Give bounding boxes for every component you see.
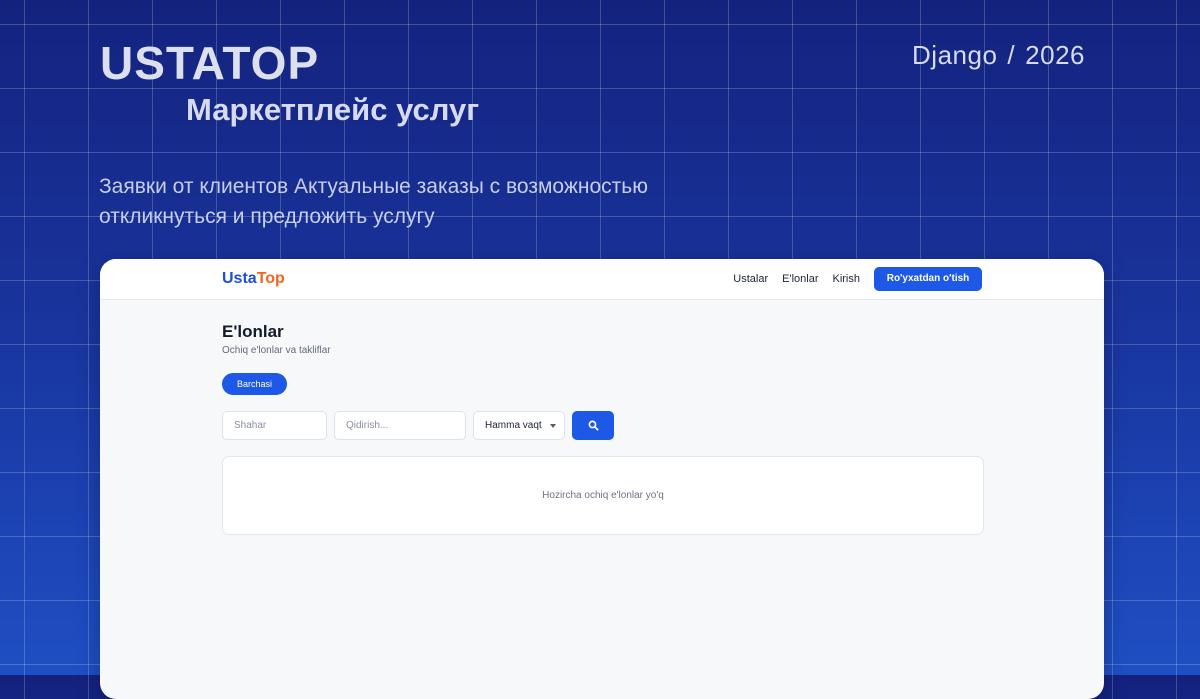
chevron-down-icon	[550, 424, 556, 428]
tech-year-tag: Django / 2026	[912, 40, 1085, 71]
navbar: UstaTop Ustalar E'lonlar Kirish Ro'yxatd…	[100, 259, 1104, 300]
register-button[interactable]: Ro'yxatdan o'tish	[874, 266, 982, 291]
page-title: E'lonlar	[222, 322, 284, 341]
page-subtitle: Ochiq e'lonlar va takliflar	[222, 345, 331, 356]
empty-state-card: Hozircha ochiq e'lonlar yo'q	[222, 456, 984, 535]
empty-state-message: Hozircha ochiq e'lonlar yo'q	[542, 490, 664, 501]
separator: /	[1007, 40, 1016, 70]
search-button[interactable]	[572, 411, 614, 440]
nav-link-elonlar[interactable]: E'lonlar	[782, 273, 818, 285]
time-filter-select[interactable]: Hamma vaqt	[473, 411, 565, 440]
slide-description: Заявки от клиентов Актуальные заказы с в…	[99, 175, 648, 228]
city-input[interactable]: Shahar	[222, 411, 327, 440]
nav-links: Ustalar E'lonlar Kirish Ro'yxatdan o'tis…	[719, 266, 982, 291]
app-screenshot-frame: UstaTop Ustalar E'lonlar Kirish Ro'yxatd…	[100, 259, 1104, 699]
nav-link-ustalar[interactable]: Ustalar	[733, 273, 768, 285]
logo[interactable]: UstaTop	[222, 270, 285, 288]
search-input[interactable]: Qidirish...	[334, 411, 466, 440]
time-filter-value: Hamma vaqt	[485, 420, 542, 431]
nav-link-kirish[interactable]: Kirish	[832, 273, 860, 285]
brand-title: USTATOP	[100, 37, 320, 89]
tech-label: Django	[912, 40, 998, 70]
search-icon	[588, 420, 599, 431]
filter-all-button[interactable]: Barchasi	[222, 373, 287, 395]
logo-part-top: Top	[256, 270, 285, 287]
brand-subtitle: Маркетплейс услуг	[186, 92, 480, 127]
logo-part-usta: Usta	[222, 270, 257, 287]
year-label: 2026	[1025, 40, 1085, 70]
